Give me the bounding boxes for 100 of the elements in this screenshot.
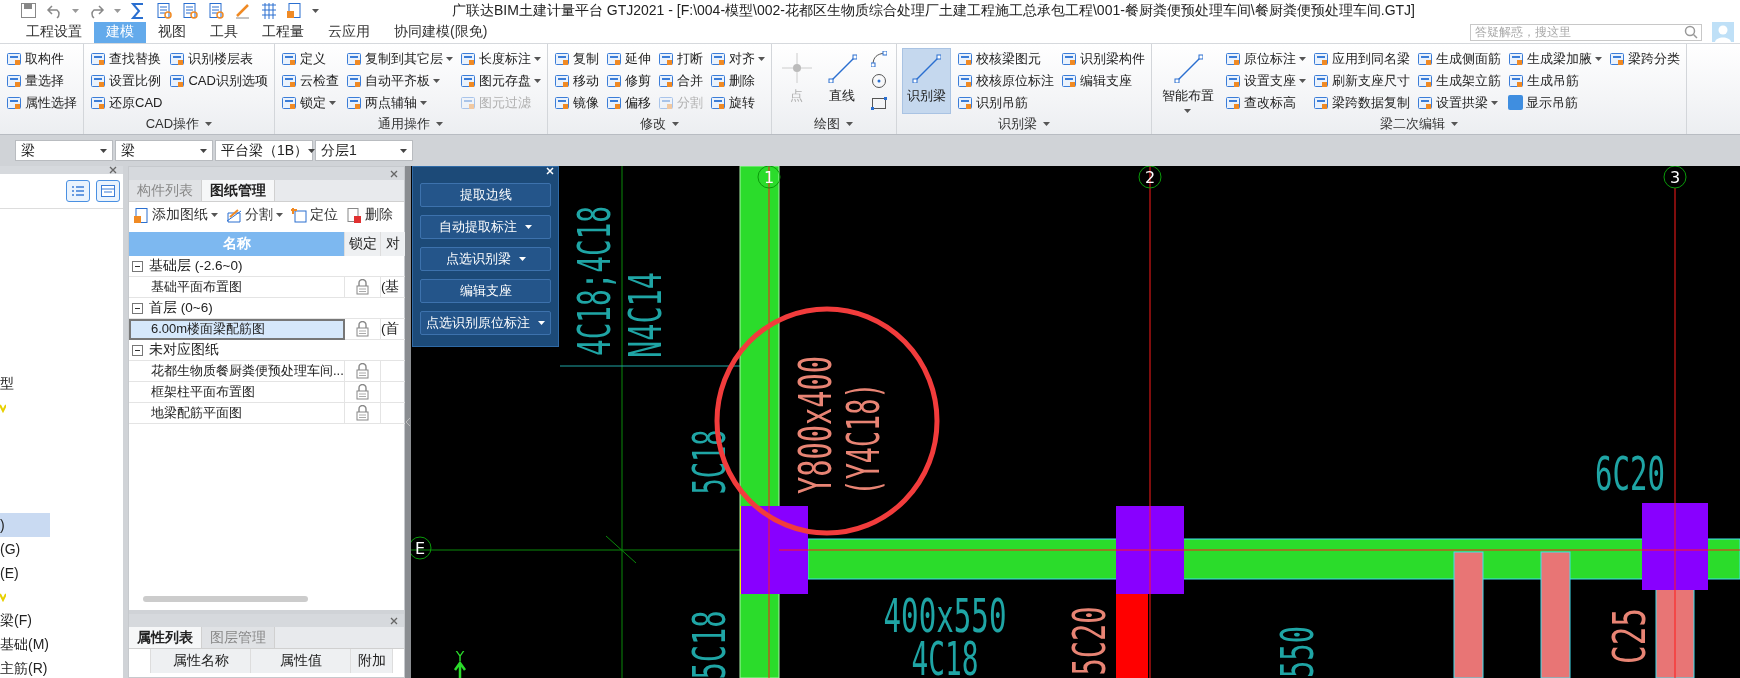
lock-icon[interactable] [355, 279, 370, 295]
report-icon[interactable] [182, 2, 199, 20]
tree-item[interactable]: 梁(F) [0, 609, 50, 633]
dropdown[interactable]: 分层1 [315, 140, 413, 162]
toolbar-button[interactable]: 定位 [291, 206, 338, 224]
toolbar-button[interactable]: 添加图纸 [133, 206, 218, 224]
ribbon-button[interactable]: 偏移 [604, 91, 652, 114]
ribbon-button[interactable]: CAD识别选项 [168, 69, 269, 92]
panel-tab[interactable]: 属性列表 [129, 627, 202, 648]
search-field[interactable]: 答疑解惑，搜这里 [1470, 23, 1702, 41]
ribbon-button[interactable]: 识别梁构件 [1059, 47, 1146, 70]
pencil-icon[interactable] [234, 2, 251, 20]
menu-tab[interactable]: 云应用 [316, 21, 382, 43]
panel-button[interactable]: 点选识别原位标注 [420, 311, 551, 335]
ribbon-button[interactable]: 两点辅轴 [344, 91, 454, 114]
panel-button[interactable]: 提取边线 [420, 183, 551, 207]
ribbon-button[interactable]: 自动平齐板 [344, 69, 454, 92]
tree-item[interactable]: 主筋(R) [0, 657, 50, 678]
ribbon-button[interactable]: 应用到同名梁 [1311, 47, 1411, 70]
toolbar-button[interactable]: 删除 [346, 206, 393, 224]
document-icon[interactable] [286, 2, 303, 20]
ribbon-button[interactable]: 量选择 [5, 69, 78, 92]
close-icon[interactable] [109, 166, 117, 174]
ribbon-button[interactable]: 复制 [552, 47, 600, 70]
dropdown[interactable]: 梁 [115, 140, 213, 162]
ribbon-button[interactable]: 删除 [708, 69, 766, 92]
menu-tab[interactable]: 工程量 [250, 21, 316, 43]
drawing-name-cell[interactable]: 6.00m楼面梁配筋图 [129, 319, 345, 340]
panel-button[interactable]: 点选识别梁 [420, 247, 551, 271]
ribbon-button[interactable]: 镜像 [552, 91, 600, 114]
ribbon-button[interactable]: 智能布置 [1156, 47, 1219, 114]
lock-icon[interactable] [355, 384, 370, 400]
ribbon-button[interactable]: 修剪 [604, 69, 652, 92]
scrollbar[interactable] [143, 596, 308, 602]
tree-item[interactable]: (G) [0, 537, 50, 561]
lock-icon[interactable] [355, 363, 370, 379]
column-header[interactable]: 属性名称 [151, 649, 251, 673]
dropdown[interactable]: 梁 [15, 140, 113, 162]
undo-icon[interactable] [46, 2, 63, 20]
ribbon-button[interactable]: 长度标注 [458, 47, 542, 70]
report-icon[interactable] [156, 2, 173, 20]
column-header[interactable]: 对 [381, 232, 406, 256]
ribbon-button[interactable]: 显示吊筋 [1506, 91, 1603, 114]
redo-icon[interactable] [88, 2, 105, 20]
ribbon-button[interactable]: 还原CAD [89, 91, 164, 114]
menu-tab[interactable]: 工程设置 [14, 21, 94, 43]
close-icon[interactable] [390, 169, 398, 178]
column-header[interactable]: 属性值 [251, 649, 351, 673]
ribbon-button[interactable]: 属性选择 [5, 91, 78, 114]
ribbon-button[interactable]: 对齐 [708, 47, 766, 70]
panel-button[interactable]: 自动提取标注 [420, 215, 551, 239]
drawing-name-cell[interactable]: 框架柱平面布置图 [129, 382, 345, 403]
expand-toggle[interactable] [132, 344, 143, 356]
panel-tab[interactable]: 图纸管理 [202, 180, 275, 201]
column-header[interactable]: 锁定 [345, 232, 381, 256]
ribbon-button[interactable]: 取构件 [5, 47, 78, 70]
menu-tab[interactable]: 工具 [198, 21, 250, 43]
column-header[interactable]: 附加 [351, 649, 393, 673]
ribbon-button[interactable]: 设置拱梁 [1415, 91, 1502, 114]
grid-icon[interactable] [260, 2, 277, 20]
ribbon-button[interactable]: 图元存盘 [458, 69, 542, 92]
ribbon-button[interactable]: 梁跨分类 [1607, 47, 1681, 70]
panel-button[interactable]: 编辑支座 [420, 279, 551, 303]
ribbon-button[interactable]: 旋转 [708, 91, 766, 114]
ribbon-button[interactable]: 原位标注 [1223, 47, 1307, 70]
ribbon-button[interactable]: 识别吊筋 [955, 91, 1055, 114]
ribbon-button[interactable]: 生成架立筋 [1415, 69, 1502, 92]
close-icon[interactable] [390, 616, 398, 625]
ribbon-button[interactable]: 校核原位标注 [955, 69, 1055, 92]
drawing-name-cell[interactable]: 基础平面布置图 [129, 277, 345, 298]
ribbon-button[interactable]: 查改标高 [1223, 91, 1307, 114]
ribbon-button[interactable]: 延伸 [604, 47, 652, 70]
drawing-name-cell[interactable]: 花都生物质餐厨粪便预处理车间... [129, 361, 345, 382]
lock-icon[interactable] [355, 405, 370, 421]
ribbon-button[interactable]: 刷新支座尺寸 [1311, 69, 1411, 92]
tree-item[interactable]: ) [0, 513, 50, 537]
list-view-button[interactable] [66, 180, 90, 202]
ribbon-button[interactable]: 设置支座 [1223, 69, 1307, 92]
panel-view-button[interactable] [96, 180, 120, 202]
ribbon-button[interactable]: 梁跨数据复制 [1311, 91, 1411, 114]
tree-item[interactable]: (E) [0, 561, 50, 585]
ribbon-button[interactable]: 云检查 [279, 69, 340, 92]
report-icon[interactable] [208, 2, 225, 20]
ribbon-button[interactable]: 打断 [656, 47, 704, 70]
toolbar-button[interactable]: 分割 [226, 206, 283, 224]
expand-toggle[interactable] [132, 260, 143, 272]
ribbon-button[interactable]: 定义 [279, 47, 340, 70]
menu-tab[interactable]: 协同建模(限免) [382, 21, 500, 43]
ribbon-button[interactable]: 直线 [821, 47, 862, 114]
ribbon-button[interactable]: 复制到其它层 [344, 47, 454, 70]
tree-item[interactable]: 型 [0, 372, 50, 396]
drawing-name-cell[interactable]: 地梁配筋平面图 [129, 403, 345, 424]
ribbon-button[interactable]: 锁定 [279, 91, 340, 114]
ribbon-button[interactable]: 识别楼层表 [168, 47, 269, 70]
ribbon-button[interactable]: 查找替换 [89, 47, 164, 70]
save-icon[interactable] [20, 2, 37, 20]
tree-item[interactable]: 基础(M) [0, 633, 50, 657]
lock-icon[interactable] [355, 321, 370, 337]
checkbox[interactable] [1507, 95, 1523, 111]
menu-tab[interactable]: 视图 [146, 21, 198, 43]
